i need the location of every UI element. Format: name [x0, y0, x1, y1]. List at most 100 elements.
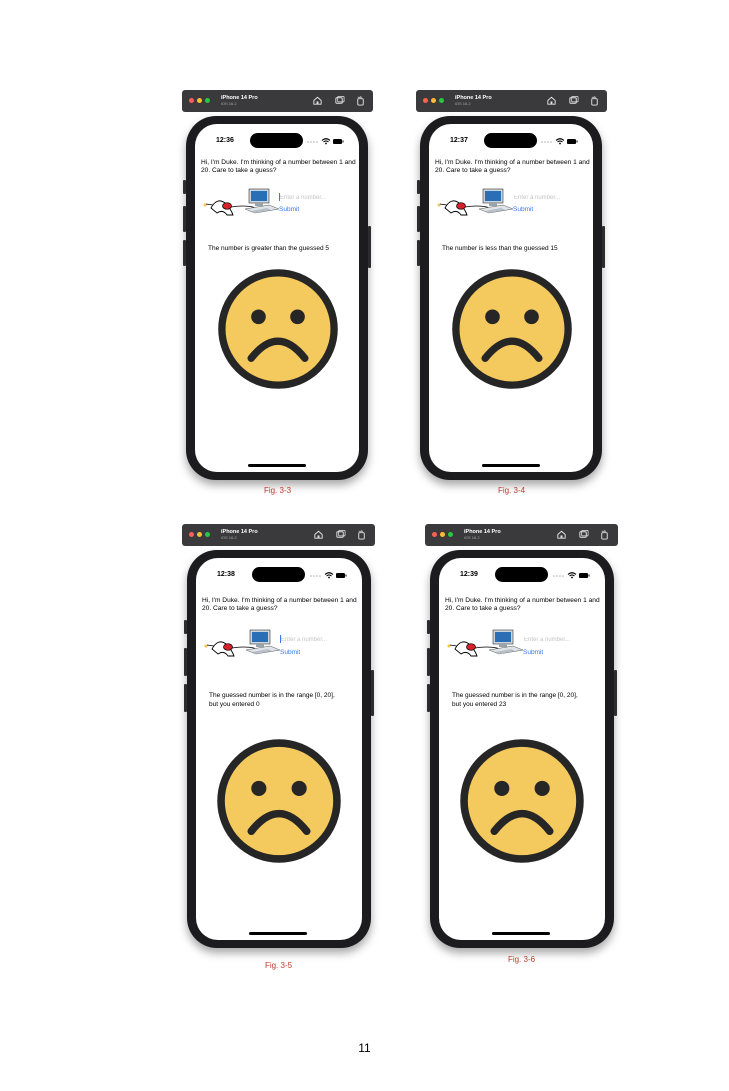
figure-caption: Fig. 3-6 — [507, 955, 536, 964]
battery-icon — [567, 139, 578, 144]
os-version: iOS 16.2 — [221, 101, 237, 106]
home-indicator[interactable] — [482, 464, 540, 467]
simulator-toolbar: iPhone 14 Pro iOS 16.2 — [425, 524, 618, 546]
battery-icon — [579, 573, 590, 578]
zoom-window-button[interactable] — [205, 98, 210, 103]
iphone-frame: 12:37 Hi, I'm Duke. I'm thinking of a nu… — [417, 116, 605, 480]
zoom-window-button[interactable] — [205, 532, 210, 537]
minimize-window-button[interactable] — [197, 98, 202, 103]
minimize-window-button[interactable] — [197, 532, 202, 537]
home-icon[interactable] — [313, 529, 324, 540]
status-time: 12:37 — [450, 137, 468, 144]
signal-dots-icon — [541, 141, 552, 143]
intro-text: Hi, I'm Duke. I'm thinking of a number b… — [201, 159, 356, 175]
submit-button[interactable]: Submit — [280, 649, 300, 656]
number-input[interactable] — [280, 193, 344, 203]
close-window-button[interactable] — [189, 98, 194, 103]
phone-screen: 12:39 Hi, I'm Duke. I'm thinking of a nu… — [439, 558, 605, 940]
screenshot-icon[interactable] — [568, 95, 579, 106]
iphone-frame: 12:39 Hi, I'm Duke. I'm thinking of a nu… — [427, 550, 617, 948]
result-message: The guessed number is in the range [0, 2… — [209, 692, 335, 708]
wifi-icon — [324, 572, 334, 577]
os-version: iOS 16.2 — [455, 101, 471, 106]
zoom-window-button[interactable] — [448, 532, 453, 537]
signal-dots-icon — [307, 141, 318, 143]
submit-button[interactable]: Submit — [513, 206, 533, 213]
rotate-icon[interactable] — [355, 95, 366, 106]
close-window-button[interactable] — [432, 532, 437, 537]
sad-face-icon — [452, 269, 572, 389]
computer-icon — [244, 188, 280, 214]
computer-icon — [245, 629, 281, 655]
iphone-frame: 12:38 Hi, I'm Duke. I'm thinking of a nu… — [184, 550, 374, 948]
figure-caption: Fig. 3-5 — [264, 961, 293, 970]
dynamic-island — [250, 133, 303, 148]
intro-text: Hi, I'm Duke. I'm thinking of a number b… — [435, 159, 590, 175]
figure-caption: Fig. 3-3 — [263, 486, 292, 495]
minimize-window-button[interactable] — [431, 98, 436, 103]
sad-face-icon — [218, 269, 338, 389]
sad-face-icon — [460, 739, 584, 863]
phone-screen: 12:38 Hi, I'm Duke. I'm thinking of a nu… — [196, 558, 362, 940]
battery-icon — [333, 139, 344, 144]
status-time: 12:36 — [216, 137, 234, 144]
status-icons — [541, 138, 578, 145]
dynamic-island — [484, 133, 537, 148]
page-number: 11 — [358, 1041, 371, 1055]
zoom-window-button[interactable] — [439, 98, 444, 103]
close-window-button[interactable] — [189, 532, 194, 537]
minimize-window-button[interactable] — [440, 532, 445, 537]
screenshot-icon[interactable] — [578, 529, 589, 540]
iphone-frame: 12:36 Hi, I'm Duke. I'm thinking of a nu… — [183, 116, 371, 480]
submit-button[interactable]: Submit — [279, 206, 299, 213]
number-input[interactable] — [524, 635, 588, 645]
duke-mascot-icon — [437, 188, 514, 216]
signal-dots-icon — [553, 575, 564, 577]
phone-screen: 12:36 Hi, I'm Duke. I'm thinking of a nu… — [195, 124, 359, 472]
battery-icon — [336, 573, 347, 578]
wifi-icon — [555, 138, 565, 143]
phone-screen: 12:37 Hi, I'm Duke. I'm thinking of a nu… — [429, 124, 593, 472]
home-icon[interactable] — [312, 95, 323, 106]
simulator-toolbar: iPhone 14 Pro iOS 16.2 — [182, 90, 373, 112]
status-icons — [310, 572, 347, 579]
duke-mascot-icon — [204, 629, 281, 657]
duke-mascot-icon — [447, 629, 524, 657]
simulator-toolbar: iPhone 14 Pro iOS 16.2 — [416, 90, 607, 112]
rotate-icon[interactable] — [599, 529, 610, 540]
figure-caption: Fig. 3-4 — [497, 486, 526, 495]
number-input[interactable] — [281, 635, 345, 645]
computer-icon — [488, 629, 524, 655]
simulator-toolbar: iPhone 14 Pro iOS 16.2 — [182, 524, 375, 546]
status-icons — [553, 572, 590, 579]
rotate-icon[interactable] — [356, 529, 367, 540]
submit-button[interactable]: Submit — [523, 649, 543, 656]
os-version: iOS 16.2 — [221, 535, 237, 540]
wifi-icon — [321, 138, 331, 143]
computer-icon — [478, 188, 514, 214]
dynamic-island — [495, 567, 548, 582]
dynamic-island — [252, 567, 305, 582]
signal-dots-icon — [310, 575, 321, 577]
rotate-icon[interactable] — [589, 95, 600, 106]
home-icon[interactable] — [546, 95, 557, 106]
intro-text: Hi, I'm Duke. I'm thinking of a number b… — [445, 597, 600, 613]
home-icon[interactable] — [556, 529, 567, 540]
sad-face-icon — [217, 739, 341, 863]
close-window-button[interactable] — [423, 98, 428, 103]
status-time: 12:39 — [460, 571, 478, 578]
home-indicator[interactable] — [492, 932, 550, 935]
home-indicator[interactable] — [249, 932, 307, 935]
screenshot-icon[interactable] — [334, 95, 345, 106]
result-message: The guessed number is in the range [0, 2… — [452, 692, 578, 708]
wifi-icon — [567, 572, 577, 577]
intro-text: Hi, I'm Duke. I'm thinking of a number b… — [202, 597, 357, 613]
duke-mascot-icon — [203, 188, 280, 216]
status-time: 12:38 — [217, 571, 235, 578]
screenshot-icon[interactable] — [335, 529, 346, 540]
os-version: iOS 16.2 — [464, 535, 480, 540]
result-message: The number is less than the guessed 15 — [442, 245, 558, 252]
home-indicator[interactable] — [248, 464, 306, 467]
status-icons — [307, 138, 344, 145]
number-input[interactable] — [514, 193, 578, 203]
